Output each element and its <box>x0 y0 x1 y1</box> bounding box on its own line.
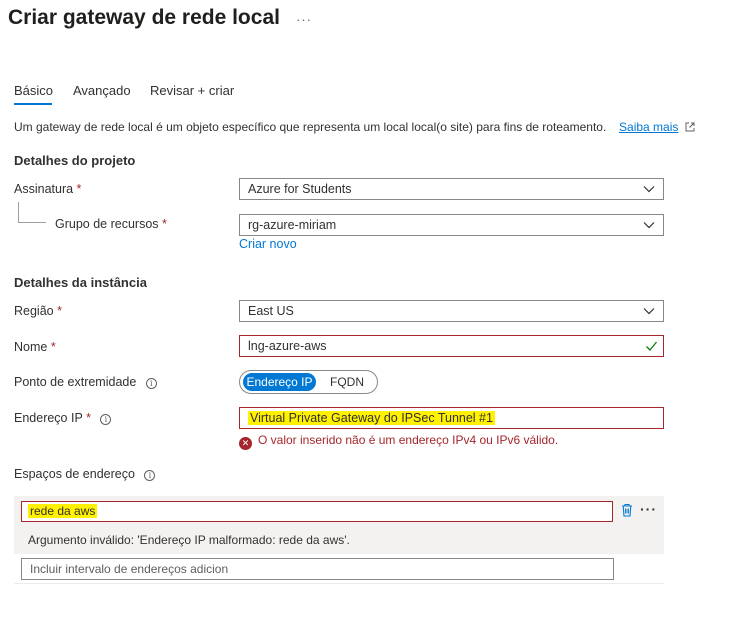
resource-group-value: rg-azure-miriam <box>248 218 337 232</box>
active-tab-indicator <box>14 103 52 105</box>
tree-connector <box>18 222 46 223</box>
ip-address-input[interactable]: Virtual Private Gateway do IPSec Tunnel … <box>239 407 664 429</box>
create-new-link[interactable]: Criar novo <box>239 237 297 251</box>
resource-group-label-text: Grupo de recursos <box>55 217 159 231</box>
trash-icon[interactable] <box>621 503 633 517</box>
endpoint-label: Ponto de extremidade i <box>14 375 157 389</box>
resource-group-select[interactable]: rg-azure-miriam <box>239 214 664 236</box>
checkmark-icon <box>646 341 658 351</box>
address-spaces-label: Espaços de endereço i <box>14 467 156 481</box>
resource-group-label: Grupo de recursos * <box>55 217 167 231</box>
name-value: lng-azure-aws <box>248 339 327 353</box>
required-mark: * <box>162 217 167 231</box>
instance-details-heading: Detalhes da instância <box>14 275 147 290</box>
region-select[interactable]: East US <box>239 300 664 322</box>
tree-connector <box>18 202 19 222</box>
description: Um gateway de rede local é um objeto esp… <box>14 120 695 134</box>
project-details-heading: Detalhes do projeto <box>14 153 136 168</box>
divider <box>14 583 664 584</box>
info-icon[interactable]: i <box>100 414 112 425</box>
chevron-down-icon <box>643 308 655 315</box>
endpoint-label-text: Ponto de extremidade <box>14 375 137 389</box>
name-label: Nome * <box>14 340 56 354</box>
address-space-value: rede da aws <box>28 504 98 518</box>
tab-revisar-criar[interactable]: Revisar + criar <box>150 83 234 98</box>
learn-more-link[interactable]: Saiba mais <box>619 120 678 134</box>
ip-address-error: ✕ O valor inserido não é um endereço IPv4… <box>239 433 558 450</box>
ip-address-error-text: O valor inserido não é um endereço IPv4 … <box>258 433 559 447</box>
chevron-down-icon <box>643 186 655 193</box>
region-value: East US <box>248 304 294 318</box>
required-mark: * <box>86 411 91 425</box>
required-mark: * <box>57 304 62 318</box>
ip-address-value: Virtual Private Gateway do IPSec Tunnel … <box>248 411 495 425</box>
page-title: Criar gateway de rede local <box>8 6 280 29</box>
address-space-row: rede da aws ··· Argumento inválido: 'End… <box>14 496 664 554</box>
subscription-label: Assinatura * <box>14 182 81 196</box>
subscription-select[interactable]: Azure for Students <box>239 178 664 200</box>
address-space-input[interactable]: rede da aws <box>21 501 613 522</box>
subscription-label-text: Assinatura <box>14 182 74 196</box>
info-icon[interactable]: i <box>145 378 157 389</box>
chevron-down-icon <box>643 222 655 229</box>
error-icon: ✕ <box>239 437 252 450</box>
name-input[interactable]: lng-azure-aws <box>239 335 664 357</box>
info-icon[interactable]: i <box>144 470 156 481</box>
name-label-text: Nome <box>14 340 48 354</box>
ip-address-label-text: Endereço IP <box>14 411 83 425</box>
required-mark: * <box>76 182 82 196</box>
endpoint-toggle[interactable]: Endereço IP FQDN <box>239 370 378 394</box>
tab-basico[interactable]: Básico <box>14 83 53 98</box>
more-options-icon[interactable]: ··· <box>640 501 657 517</box>
address-space-error: Argumento inválido: 'Endereço IP malform… <box>28 533 350 547</box>
ip-address-label: Endereço IP * i <box>14 411 112 425</box>
add-address-range-input[interactable]: Incluir intervalo de endereços adicion <box>21 558 614 580</box>
region-label: Região * <box>14 304 62 318</box>
region-label-text: Região <box>14 304 54 318</box>
endpoint-option-ip[interactable]: Endereço IP <box>243 373 316 391</box>
more-options-icon[interactable]: ··· <box>296 12 312 27</box>
required-mark: * <box>50 340 56 354</box>
address-spaces-label-text: Espaços de endereço <box>14 467 135 481</box>
endpoint-option-fqdn[interactable]: FQDN <box>330 373 364 391</box>
tab-avancado[interactable]: Avançado <box>73 83 131 98</box>
subscription-value: Azure for Students <box>248 182 352 196</box>
description-text: Um gateway de rede local é um objeto esp… <box>14 120 607 134</box>
external-link-icon <box>685 122 695 132</box>
